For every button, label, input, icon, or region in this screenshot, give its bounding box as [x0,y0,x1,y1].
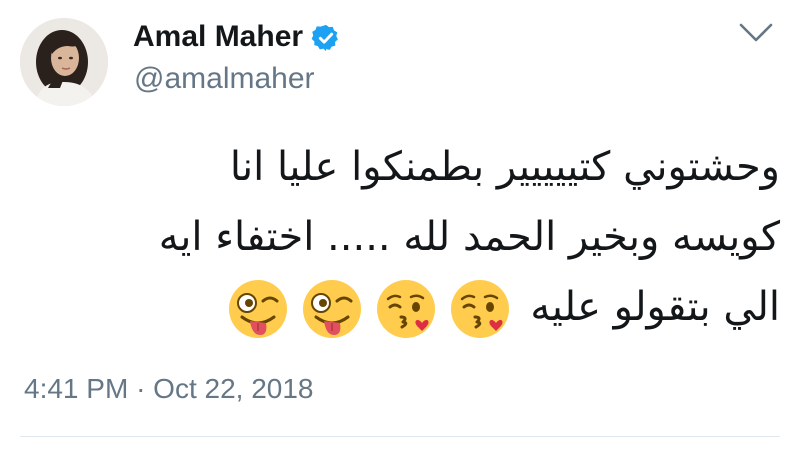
tweet-text-line-with-emojis: الي بتقولو عليه [60,272,780,342]
emoji-group [226,277,512,341]
tweet-time: 4:41 PM [24,373,129,404]
tweet-card: Amal Maher @amalmaher وحشتوني كتييييير ب… [0,0,800,450]
author-name-row[interactable]: Amal Maher [133,20,341,54]
chevron-down-icon[interactable] [737,20,775,46]
author-avatar[interactable] [20,18,108,106]
winking-tongue-emoji-icon [228,280,287,338]
author-handle[interactable]: @amalmaher [134,62,315,96]
tweet-text: وحشتوني كتييييير بطمنكوا عليا انا كويسه … [60,132,780,342]
kissing-heart-emoji-icon [450,280,509,338]
tweet-timestamp[interactable]: 4:41 PM · Oct 22, 2018 [24,372,314,406]
timestamp-separator: · [136,373,146,404]
kissing-heart-emoji-icon [376,280,435,338]
profile-photo-icon [20,18,108,106]
divider [20,436,780,437]
tweet-text-fragment: الي بتقولو عليه [530,284,780,330]
tweet-text-line: كويسه وبخير الحمد لله ..... اختفاء ايه [158,214,780,260]
tweet-date: Oct 22, 2018 [153,373,314,404]
author-display-name[interactable]: Amal Maher [133,20,303,54]
winking-tongue-emoji-icon [302,280,361,338]
tweet-text-line: وحشتوني كتييييير بطمنكوا عليا انا [229,144,780,190]
verified-badge-icon [311,24,338,52]
